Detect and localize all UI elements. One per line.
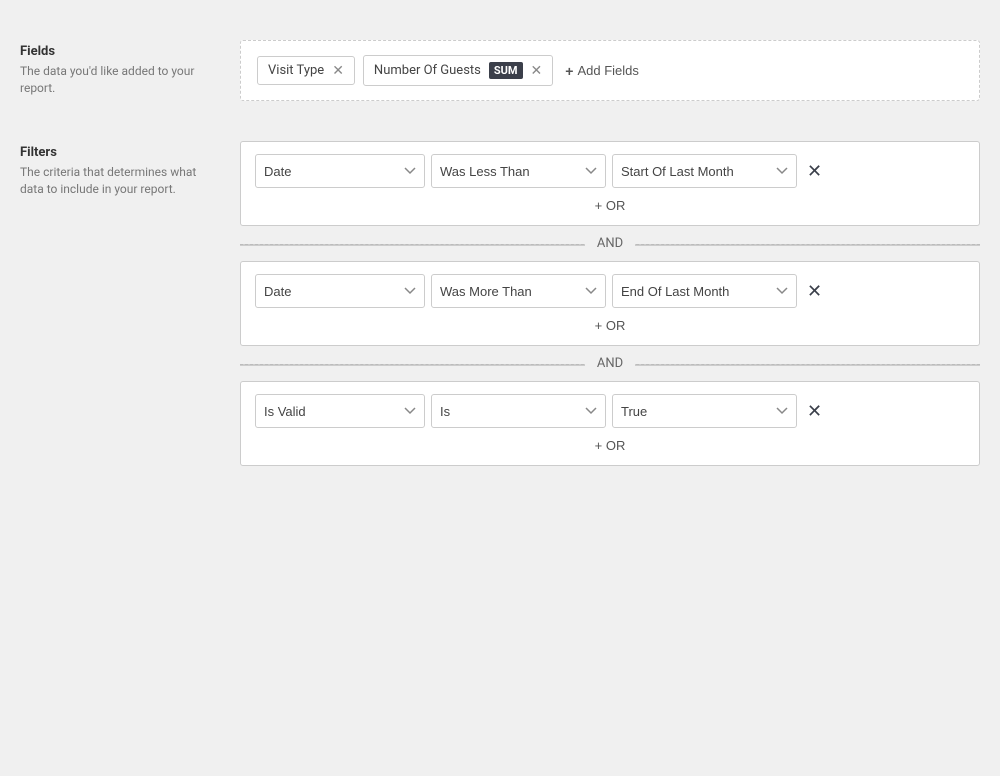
and-divider-1: AND — [240, 236, 980, 251]
field-tag-sum-badge: SUM — [489, 62, 523, 79]
filters-description: The criteria that determines what data t… — [20, 164, 220, 198]
filters-section-label: Filters The criteria that determines wha… — [20, 141, 240, 466]
filter-2-operator-select[interactable]: Was Less Than Was More Than Is Is Not — [431, 274, 606, 308]
filter-group-1: Date Visit Type Number Of Guests Is Vali… — [240, 141, 980, 226]
filter-1-field-select[interactable]: Date Visit Type Number Of Guests Is Vali… — [255, 154, 425, 188]
field-tag-number-of-guests-label: Number Of Guests — [374, 63, 481, 78]
filter-2-field-select[interactable]: Date Visit Type Number Of Guests Is Vali… — [255, 274, 425, 308]
filter-2-delete-button[interactable]: ✕ — [803, 280, 826, 302]
filter-group-1-or-button[interactable]: + OR — [595, 198, 626, 213]
filter-group-3-or-label: + OR — [595, 438, 626, 453]
fields-section-label: Fields The data you'd like added to your… — [20, 40, 240, 101]
add-fields-button[interactable]: + Add Fields — [561, 57, 643, 85]
field-tag-visit-type-close[interactable]: ✕ — [332, 64, 344, 78]
filters-section: Filters The criteria that determines wha… — [20, 121, 980, 486]
filter-group-3-or-row: + OR — [255, 428, 965, 453]
filter-group-2: Date Visit Type Number Of Guests Is Vali… — [240, 261, 980, 346]
filter-row-1: Date Visit Type Number Of Guests Is Vali… — [255, 154, 965, 188]
field-tag-visit-type: Visit Type ✕ — [257, 56, 355, 85]
field-tag-visit-type-label: Visit Type — [268, 63, 324, 78]
filters-title: Filters — [20, 145, 220, 160]
and-label-1: AND — [585, 236, 635, 251]
filter-3-operator-select[interactable]: Was Less Than Was More Than Is Is Not — [431, 394, 606, 428]
add-fields-label: Add Fields — [577, 63, 638, 78]
filter-3-delete-button[interactable]: ✕ — [803, 400, 826, 422]
filter-3-value-select[interactable]: True False — [612, 394, 797, 428]
fields-row: Visit Type ✕ Number Of Guests SUM ✕ + Ad… — [257, 55, 963, 86]
filter-1-operator-select[interactable]: Was Less Than Was More Than Is Is Not — [431, 154, 606, 188]
and-label-2: AND — [585, 356, 635, 371]
filter-group-3: Date Visit Type Number Of Guests Is Vali… — [240, 381, 980, 466]
filter-2-value-select[interactable]: Start Of Last Month End Of Last Month To… — [612, 274, 797, 308]
fields-description: The data you'd like added to your report… — [20, 63, 220, 97]
field-tag-number-of-guests: Number Of Guests SUM ✕ — [363, 55, 553, 86]
filter-1-delete-button[interactable]: ✕ — [803, 160, 826, 182]
fields-title: Fields — [20, 44, 220, 59]
filter-1-value-select[interactable]: Start Of Last Month End Of Last Month To… — [612, 154, 797, 188]
filter-3-field-select[interactable]: Date Visit Type Number Of Guests Is Vali… — [255, 394, 425, 428]
page-container: Fields The data you'd like added to your… — [0, 0, 1000, 506]
filter-group-1-or-label: + OR — [595, 198, 626, 213]
filter-group-3-or-button[interactable]: + OR — [595, 438, 626, 453]
filter-group-2-or-row: + OR — [255, 308, 965, 333]
filter-group-2-or-label: + OR — [595, 318, 626, 333]
fields-content: Visit Type ✕ Number Of Guests SUM ✕ + Ad… — [240, 40, 980, 101]
filters-wrapper: Date Visit Type Number Of Guests Is Vali… — [240, 141, 980, 466]
filter-group-2-or-button[interactable]: + OR — [595, 318, 626, 333]
filter-row-2: Date Visit Type Number Of Guests Is Vali… — [255, 274, 965, 308]
fields-section: Fields The data you'd like added to your… — [20, 20, 980, 121]
plus-icon: + — [565, 63, 573, 79]
filter-group-1-or-row: + OR — [255, 188, 965, 213]
and-divider-2: AND — [240, 356, 980, 371]
field-tag-number-of-guests-close[interactable]: ✕ — [531, 64, 543, 78]
filter-row-3: Date Visit Type Number Of Guests Is Vali… — [255, 394, 965, 428]
